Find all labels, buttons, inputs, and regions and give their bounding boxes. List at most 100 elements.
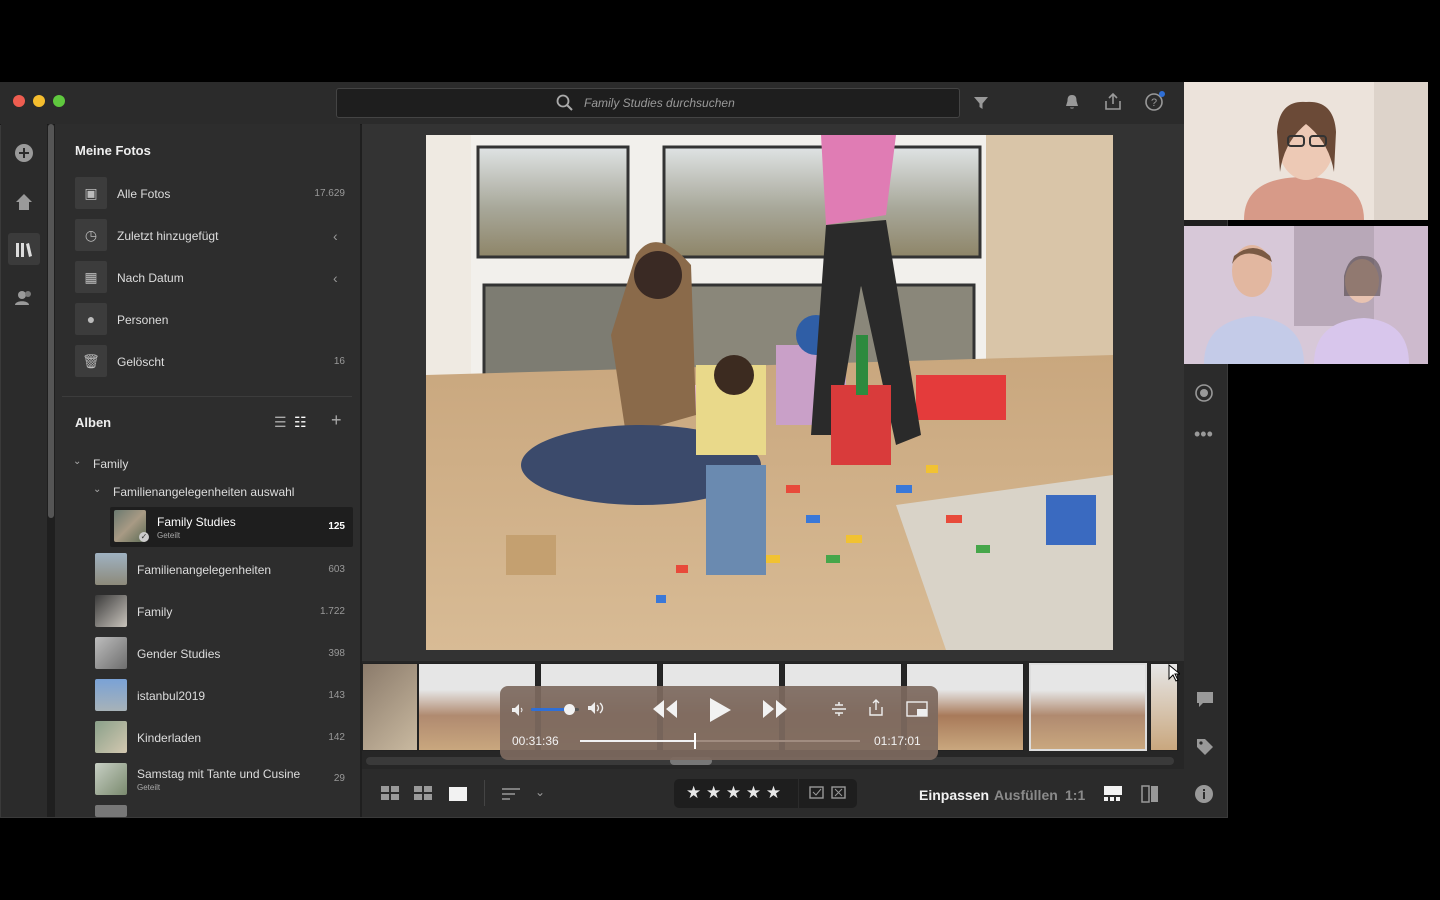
info-icon[interactable] <box>1194 784 1214 804</box>
person-icon: ● <box>75 303 107 335</box>
album-thumbnail <box>95 805 127 817</box>
album-familienangelegenheiten[interactable]: Familienangelegenheiten <box>137 563 271 577</box>
single-view-icon[interactable] <box>448 786 468 802</box>
main-photo[interactable] <box>426 135 1113 650</box>
people-icon[interactable] <box>14 288 34 308</box>
minimize-window-button[interactable] <box>33 95 45 107</box>
filmstrip-toggle-icon[interactable] <box>1103 785 1123 803</box>
bell-icon[interactable] <box>1063 93 1081 111</box>
all-photos-count: 17.629 <box>314 188 345 199</box>
filmstrip-thumbnail[interactable] <box>362 663 418 751</box>
clock-icon: ◷ <box>75 219 107 251</box>
album-samstag[interactable]: Samstag mit Tante und Cusine <box>137 767 300 781</box>
search-icon <box>556 94 573 111</box>
folder-family[interactable]: Family <box>93 457 128 471</box>
album-count: 603 <box>328 564 345 575</box>
detail-list-icon[interactable]: ☷ <box>294 414 307 431</box>
album-family[interactable]: Family <box>137 605 172 619</box>
list-view-icon[interactable]: ☰ <box>274 414 287 431</box>
photos-icon: ▣ <box>75 177 107 209</box>
deleted-count: 16 <box>333 356 345 367</box>
filter-icon[interactable] <box>973 95 989 111</box>
zoom-window-button[interactable] <box>53 95 65 107</box>
more-icon[interactable]: ••• <box>1194 424 1213 445</box>
folder-familienangelegenheiten-auswahl[interactable]: Familienangelegenheiten auswahl <box>113 485 294 499</box>
grid-large-icon[interactable] <box>380 785 400 801</box>
home-icon[interactable] <box>14 192 34 212</box>
play-icon[interactable] <box>707 696 733 724</box>
nav-people[interactable]: Personen <box>117 313 168 327</box>
add-album-icon[interactable]: + <box>331 410 342 431</box>
flag-box <box>799 779 857 808</box>
album-count: 1.722 <box>319 606 345 617</box>
nav-deleted[interactable]: Gelöscht <box>117 355 164 369</box>
nav-by-date[interactable]: Nach Datum <box>117 271 184 285</box>
divider <box>484 780 485 806</box>
sort-icon[interactable] <box>500 786 522 802</box>
album-count: 125 <box>328 521 345 532</box>
left-rail <box>1 124 47 817</box>
grid-square-icon[interactable] <box>413 785 433 801</box>
volume-low-icon[interactable] <box>510 702 526 718</box>
reject-flag-icon[interactable] <box>831 786 847 802</box>
pick-flag-icon[interactable] <box>809 786 825 802</box>
share-icon[interactable] <box>1103 92 1123 112</box>
compare-icon[interactable] <box>1140 784 1160 804</box>
comment-icon[interactable] <box>1195 690 1215 708</box>
tag-icon[interactable] <box>1195 737 1215 757</box>
video-tile-participant-2[interactable] <box>1184 226 1428 364</box>
trim-icon[interactable] <box>830 700 848 718</box>
cursor-icon <box>1168 664 1180 682</box>
album-count: 142 <box>328 732 345 743</box>
help-icon[interactable]: ? <box>1144 91 1166 113</box>
edit-circle-icon[interactable] <box>1194 383 1214 403</box>
album-thumbnail <box>95 763 127 795</box>
album-istanbul2019[interactable]: istanbul2019 <box>137 689 205 703</box>
alben-heading: Alben <box>75 415 112 430</box>
album-shared-label: Geteilt <box>157 531 181 540</box>
album-kinderladen[interactable]: Kinderladen <box>137 731 201 745</box>
chevron-down-icon[interactable]: ⌄ <box>535 785 545 799</box>
close-window-button[interactable] <box>13 95 25 107</box>
elapsed-time: 00:31:36 <box>512 734 559 748</box>
chevron-left-icon[interactable]: ‹ <box>333 228 338 244</box>
library-icon[interactable] <box>14 240 34 260</box>
album-thumbnail <box>95 721 127 753</box>
add-icon[interactable] <box>14 143 34 163</box>
svg-text:?: ? <box>1151 97 1157 109</box>
album-family-studies: Family Studies <box>157 515 236 529</box>
trash-icon: 🗑 <box>75 345 107 377</box>
picture-in-picture-icon[interactable] <box>906 700 930 718</box>
chevron-down-icon[interactable]: ⌄ <box>93 484 101 495</box>
progress-playhead[interactable] <box>693 733 696 749</box>
album-shared-label: Geteilt <box>137 783 161 792</box>
fast-forward-icon[interactable] <box>761 698 789 720</box>
export-icon[interactable] <box>868 699 884 717</box>
calendar-icon: ▦ <box>75 261 107 293</box>
chevron-left-icon[interactable]: ‹ <box>333 270 338 286</box>
divider <box>62 396 352 397</box>
rewind-icon[interactable] <box>651 698 679 720</box>
nav-recently-added[interactable]: Zuletzt hinzugefügt <box>117 229 218 243</box>
chevron-down-icon[interactable]: ⌄ <box>73 456 81 467</box>
progress-fill <box>580 740 695 742</box>
volume-high-icon[interactable] <box>586 700 610 718</box>
star-rating[interactable]: ★ ★ ★ ★ ★ <box>686 783 781 803</box>
one-to-one-button[interactable]: 1:1 <box>1065 787 1085 803</box>
album-gender-studies[interactable]: Gender Studies <box>137 647 220 661</box>
album-count: 143 <box>328 690 345 701</box>
meine-fotos-heading: Meine Fotos <box>75 143 151 158</box>
album-thumbnail <box>95 553 127 585</box>
fill-button[interactable]: Ausfüllen <box>994 787 1058 803</box>
album-thumbnail <box>95 637 127 669</box>
search-placeholder: Family Studies durchsuchen <box>584 96 735 110</box>
sidebar-scrollbar[interactable] <box>48 124 54 518</box>
fit-button[interactable]: Einpassen <box>919 787 989 803</box>
video-tile-participant-1[interactable] <box>1184 82 1428 220</box>
album-count: 29 <box>333 773 345 784</box>
filmstrip-thumbnail-selected[interactable] <box>1029 663 1147 751</box>
total-time: 01:17:01 <box>874 734 921 748</box>
nav-all-photos[interactable]: Alle Fotos <box>117 187 170 201</box>
shared-check-icon: ✓ <box>139 532 149 542</box>
album-thumbnail <box>95 595 127 627</box>
